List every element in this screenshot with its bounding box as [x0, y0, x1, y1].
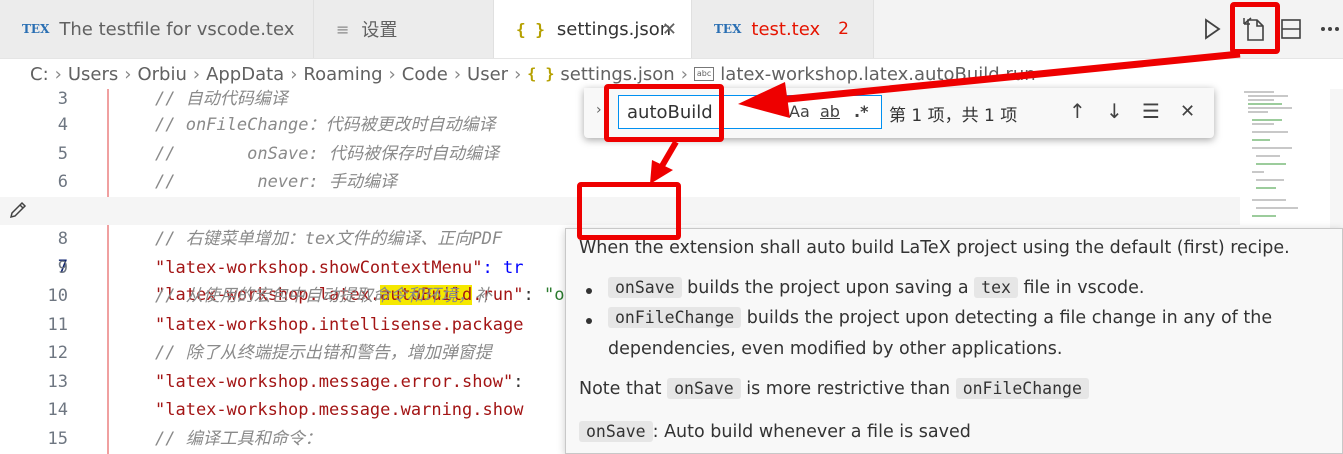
tab-label: The testfile for vscode.tex [59, 18, 295, 40]
breadcrumb-item[interactable]: Code [402, 64, 448, 85]
tex-icon: TEX [22, 22, 50, 36]
chevron-right-icon: › [680, 63, 688, 85]
line-number: 9 [57, 258, 68, 278]
breadcrumb-item[interactable]: Roaming [303, 64, 382, 85]
inline-code: tex [974, 277, 1018, 298]
bullet-icon [586, 288, 592, 294]
hover-tooltip: When the extension shall auto build LaTe… [565, 228, 1343, 454]
comment: // 编译工具和命令： [155, 429, 322, 449]
regex-icon[interactable]: .* [854, 102, 868, 121]
bullet-icon [586, 318, 592, 324]
match-whole-word-icon[interactable]: ab [820, 102, 840, 121]
tab-test-tex[interactable]: TEX test.tex 2 [692, 0, 874, 58]
breadcrumb-item[interactable]: Orbiu [137, 64, 186, 85]
tab-settings-json[interactable]: { } settings.json ✕ [494, 0, 692, 58]
inline-code: onSave [608, 277, 682, 298]
tab-label: settings.json [556, 18, 672, 40]
code-line: 5 // onSave: 代码被保存时自动编译 [0, 140, 1240, 168]
inline-code: onFileChange [955, 378, 1089, 399]
json-value: : tr [482, 258, 524, 278]
chevron-right-icon: › [124, 63, 132, 85]
hover-text: dependencies, even modified by other app… [608, 339, 1063, 359]
line-number: 13 [47, 372, 68, 392]
inline-code: onFileChange [608, 307, 742, 328]
json-braces-icon: { } [527, 65, 555, 83]
tab-settings-ui[interactable]: ≡ 设置 [314, 0, 494, 58]
tab-label: 设置 [361, 20, 398, 41]
chevron-right-icon: › [388, 63, 396, 85]
comment: // 除了从终端提示出错和警告，增加弹窗提 [155, 343, 492, 363]
find-in-selection-icon[interactable]: ☰ [1142, 99, 1160, 123]
tab-testfile[interactable]: TEX The testfile for vscode.tex [0, 0, 314, 58]
hover-text: file in vscode. [1017, 278, 1145, 298]
hover-text: is more restrictive than [740, 379, 956, 399]
json-key: "latex-workshop.intellisense.package [155, 315, 524, 335]
annotation-box-value [577, 182, 681, 240]
settings-file-icon: ≡ [336, 19, 350, 39]
annotation-box-toolbar [1230, 2, 1280, 54]
breadcrumb-item[interactable]: User [467, 64, 508, 85]
breadcrumb-item[interactable]: settings.json [560, 64, 674, 85]
comment: // 右键菜单增加：tex文件的编译、正向PDF [155, 229, 503, 249]
json-key: "latex-workshop.message.warning.show [155, 400, 524, 420]
comment: // onFileChange：代码被更改时自动编译 [155, 115, 496, 135]
line-number: 6 [57, 172, 68, 192]
json-key: "latex-workshop.showContextMenu" [155, 258, 483, 278]
line-number: 15 [47, 429, 68, 449]
chevron-right-icon: › [453, 63, 462, 85]
comment: // 自动代码编译 [155, 89, 288, 109]
chevron-right-icon: › [514, 63, 522, 85]
breadcrumb-item[interactable]: AppData [206, 64, 284, 85]
json-braces-icon: { } [516, 19, 545, 39]
hover-description: When the extension shall auto build LaTe… [579, 238, 1290, 258]
line-number: 5 [57, 144, 68, 164]
line-number: 8 [57, 229, 68, 249]
more-actions-icon[interactable] [1316, 14, 1343, 44]
breadcrumb-item[interactable]: latex-workshop.latex.autoBuild.run [720, 64, 1035, 85]
hover-text: Note that [579, 379, 668, 399]
annotation-box-search [604, 84, 724, 142]
next-match-icon[interactable]: ↓ [1106, 99, 1123, 123]
comment: // never: 手动编译 [155, 172, 397, 192]
hover-note: Note that onSave is more restrictive tha… [579, 378, 1089, 399]
match-case-icon[interactable]: Aa [789, 102, 810, 121]
comment: // 从使用的宏包中自动提取命令和环境，补 [155, 286, 492, 306]
problems-badge: 2 [838, 19, 849, 39]
line-number: 11 [47, 315, 68, 335]
comment: // onSave: 代码被保存时自动编译 [155, 144, 499, 164]
inline-code: onSave [579, 421, 653, 442]
inline-code: onSave [667, 378, 741, 399]
previous-match-icon[interactable]: ↑ [1069, 99, 1086, 123]
line-number: 3 [57, 89, 68, 109]
tab-bar: TEX The testfile for vscode.tex ≡ 设置 { }… [0, 0, 1343, 59]
hover-text: builds the project upon saving a [681, 278, 975, 298]
chevron-right-icon: › [54, 63, 62, 85]
close-icon[interactable]: ✕ [1180, 101, 1195, 122]
line-number: 12 [47, 343, 68, 363]
hover-text: builds the project upon detecting a file… [741, 308, 1273, 328]
hover-text: : Auto build whenever a file is saved [652, 422, 971, 442]
hover-bullet-onfilechange: onFileChange builds the project upon det… [608, 307, 1273, 328]
close-icon[interactable]: ✕ [662, 19, 677, 40]
json-key: "latex-workshop.message.error.show" [155, 372, 514, 392]
line-number: 4 [57, 115, 68, 135]
breadcrumb-item[interactable]: C: [30, 64, 49, 85]
colon: : [513, 372, 524, 392]
match-count: 第 1 项，共 1 项 [889, 106, 1018, 126]
hover-value-description: onSave: Auto build whenever a file is sa… [579, 421, 971, 442]
run-icon[interactable] [1198, 14, 1226, 44]
split-editor-icon[interactable] [1277, 14, 1305, 44]
tab-label: test.tex [751, 18, 821, 40]
hover-bullet-onsave: onSave builds the project upon saving a … [608, 277, 1145, 298]
line-number: 10 [47, 286, 68, 306]
line-number: 14 [47, 400, 68, 420]
chevron-right-icon: › [192, 63, 201, 85]
string-property-icon: abc [693, 67, 715, 81]
tex-icon: TEX [714, 22, 742, 36]
toggle-replace-icon[interactable]: › [596, 102, 602, 118]
pencil-icon[interactable] [8, 200, 28, 220]
breadcrumb-item[interactable]: Users [68, 64, 118, 85]
chevron-right-icon: › [290, 63, 298, 85]
